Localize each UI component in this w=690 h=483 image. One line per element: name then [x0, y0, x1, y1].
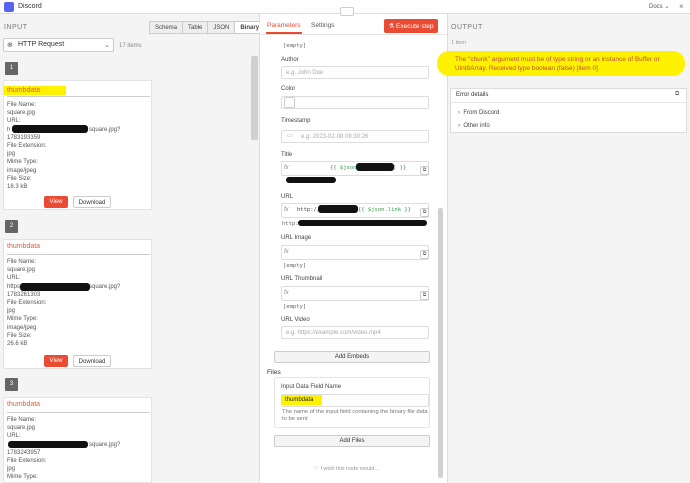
input-source-value: HTTP Request [18, 41, 65, 48]
discord-logo-icon [4, 2, 14, 12]
input-item-count: 17 items [119, 43, 142, 49]
close-icon[interactable]: × [679, 2, 684, 11]
expand-icon[interactable]: ⧉ [420, 250, 429, 259]
chevron-right-icon: › [458, 110, 460, 116]
fx-icon: fx [284, 249, 289, 255]
url-thumbnail-input[interactable] [281, 286, 429, 301]
fx-icon: fx [284, 290, 289, 296]
input-data-field-label: Input Data Field Name [281, 384, 342, 390]
tab-schema[interactable]: Schema [149, 21, 184, 34]
url-label: URL [281, 194, 294, 200]
expand-icon[interactable]: ⧉ [420, 208, 429, 217]
docs-link[interactable]: Docs ⌄ [649, 3, 669, 10]
input-scrollbar[interactable] [251, 56, 258, 140]
item-index-badge: 3 [5, 378, 18, 391]
url-video-input[interactable]: e.g. https://example.com/video.mp4 [281, 326, 429, 339]
input-label: INPUT [4, 24, 28, 31]
chevron-right-icon: › [458, 123, 460, 129]
fx-icon: fx [284, 165, 289, 171]
url-video-label: URL Video [281, 317, 310, 323]
binary-item-title: thumbdata [7, 243, 41, 250]
copy-icon[interactable]: ⧉ [675, 91, 679, 98]
url-expression-prefix: http:// [297, 207, 321, 213]
top-resolved-value: [empty] [283, 43, 307, 49]
parameters-scrollbar[interactable] [438, 208, 443, 478]
tab-settings[interactable]: Settings [311, 22, 335, 29]
add-files-button[interactable]: Add Files [274, 435, 430, 447]
binary-item-card: thumbdata File Name: square.jpg URL: htt… [3, 239, 152, 369]
timestamp-input[interactable]: e.g. 2023-02-08 09:30:26 [281, 130, 429, 143]
expand-icon[interactable]: ⧉ [420, 166, 429, 175]
detail-other-info[interactable]: › Other info [458, 123, 490, 129]
url-thumbnail-label: URL Thumbnail [281, 276, 323, 282]
url-image-resolved: [empty] [283, 263, 307, 269]
chevron-down-icon: ⌄ [104, 42, 110, 49]
binary-item-card: thumbdata File Name: square.jpg URL: h sq… [3, 80, 152, 210]
window-title: Discord [18, 3, 42, 10]
flask-icon: ⚗ [388, 23, 395, 30]
divider [7, 96, 150, 97]
title-expression-end: ] }} [393, 165, 407, 171]
redaction [12, 125, 88, 133]
error-message: The "chunk" argument must be of type str… [455, 56, 660, 72]
url-thumbnail-resolved: [empty] [283, 304, 307, 310]
fx-icon: fx [284, 207, 289, 213]
url-image-input[interactable] [281, 245, 429, 260]
divider [450, 102, 687, 103]
feedback-link[interactable]: ♡ I wish this node would... [314, 466, 379, 472]
item-index-badge: 2 [5, 220, 18, 233]
tab-json[interactable]: JSON [207, 21, 236, 34]
tab-table[interactable]: Table [182, 21, 209, 34]
execute-step-button[interactable]: ⚗ Execute step [384, 19, 438, 33]
binary-item-card: thumbdata File Name: square.jpg URL: squ… [3, 397, 152, 483]
download-button[interactable]: Download [73, 196, 111, 208]
binary-item-meta: File Name: square.jpg URL: square.jpg? 1… [7, 417, 121, 481]
input-data-field-value: thumbdata [285, 397, 314, 403]
expand-icon[interactable]: ⧉ [420, 291, 429, 300]
url-image-label: URL Image [281, 235, 312, 241]
tab-parameters[interactable]: Parameters [267, 22, 301, 29]
redaction [318, 205, 358, 213]
drag-handle[interactable] [340, 7, 354, 16]
files-section-label: Files [267, 369, 281, 376]
binary-item-title: thumbdata [7, 87, 41, 94]
redaction [356, 163, 394, 171]
divider [7, 254, 150, 255]
input-data-field-hint: The name of the input field containing t… [282, 409, 428, 422]
color-label: Color [281, 86, 296, 92]
binary-item-title: thumbdata [7, 401, 41, 408]
redaction [286, 177, 336, 183]
url-resolved: http: [282, 221, 299, 227]
color-input[interactable] [281, 96, 429, 109]
output-panel [447, 14, 690, 483]
view-button[interactable]: View [44, 196, 68, 208]
binary-item-meta: File Name: square.jpg URL: h square.jpg? … [7, 102, 121, 191]
input-source-select[interactable]: ⊕ HTTP Request ⌄ [3, 38, 114, 52]
add-embeds-button[interactable]: Add Embeds [274, 351, 430, 363]
divider [7, 412, 150, 413]
divider [260, 34, 447, 35]
title-label: Title [281, 152, 293, 158]
author-input[interactable]: e.g. John Doe [281, 66, 429, 79]
output-label: OUTPUT [451, 24, 483, 31]
binary-item-meta: File Name: square.jpg URL: https square.j… [7, 259, 121, 348]
redaction [298, 220, 427, 226]
timestamp-label: Timestamp [281, 118, 311, 124]
author-label: Author [281, 57, 299, 63]
redaction [20, 283, 90, 291]
item-index-badge: 1 [5, 62, 18, 75]
lightbulb-icon: ♡ [314, 466, 319, 472]
download-button[interactable]: Download [73, 355, 111, 367]
view-tabs: Schema Table JSON Binary [149, 21, 266, 34]
color-swatch[interactable] [284, 97, 295, 108]
output-item-count: 1 item [451, 40, 466, 46]
calendar-icon: ▭ [287, 133, 293, 139]
redaction [8, 441, 88, 448]
globe-icon: ⊕ [7, 42, 13, 49]
url-expression: {{ $json.link }} [358, 207, 411, 213]
error-details-label: Error details [456, 92, 489, 98]
detail-from-discord[interactable]: › From Discord [458, 110, 499, 116]
view-button[interactable]: View [44, 355, 68, 367]
